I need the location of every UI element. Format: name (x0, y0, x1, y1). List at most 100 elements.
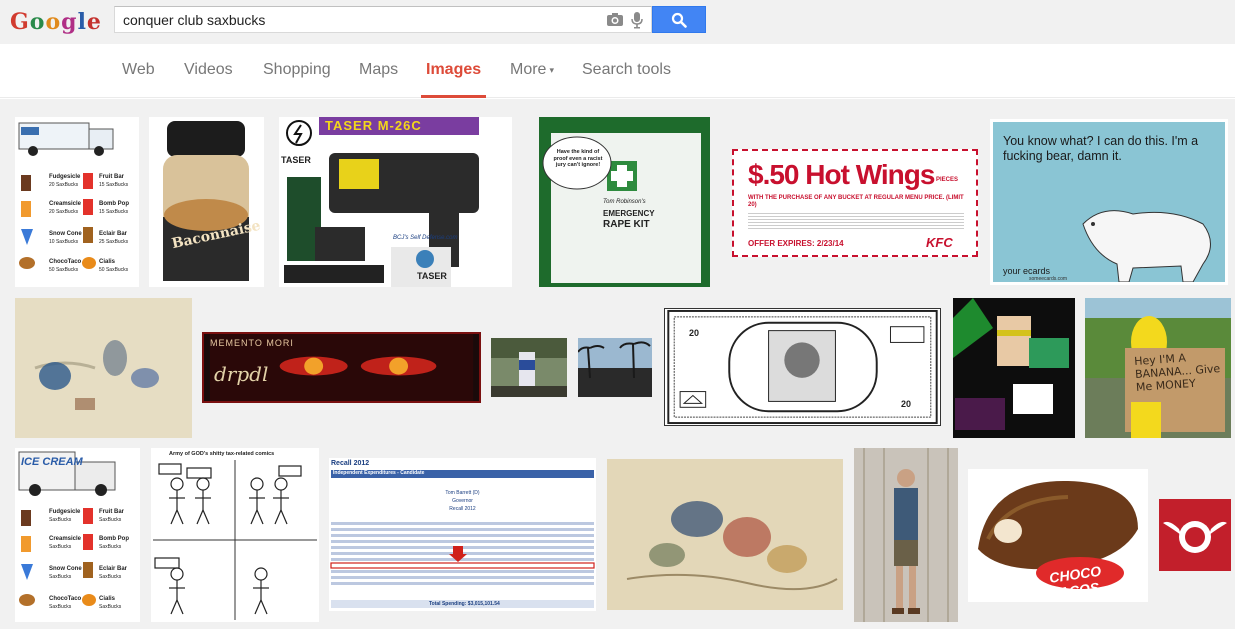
image-result-taser[interactable]: TASER M-26C TASER BCJ's Self Defense.com… (279, 117, 512, 287)
menu-item-price: SaxBucks (99, 544, 122, 550)
menu-item-name: Eclair Bar (99, 566, 128, 572)
image-result-bear-ecard[interactable]: You know what? I can do this. I'm a fuck… (990, 119, 1228, 285)
camera-icon[interactable] (606, 12, 624, 27)
menu-item-name: Snow Cone (49, 566, 82, 572)
kit-line-3: RAPE KIT (603, 219, 650, 230)
image-result-beach-palms[interactable] (578, 338, 652, 397)
menu-item-price: 15 SaxBucks (99, 209, 129, 215)
banana-sign: Hey I'M A BANANA... Give Me MONEY (1133, 351, 1221, 394)
recall-election: Recall 2012 (449, 506, 476, 512)
image-result-memento-mori[interactable]: MEMENTO MORI drpdl (202, 332, 481, 403)
hot-wings-pieces: PIECES (936, 177, 959, 183)
image-result-rape-kit[interactable]: Have the kind of proof even a racist jur… (539, 117, 710, 287)
taser-brand-bottom: TASER (417, 271, 447, 281)
japanese-scroll-image (15, 298, 192, 438)
image-result-ice-cream-menu[interactable]: Fudgesicle 20 SaxBucks Fruit Bar 15 SaxB… (15, 117, 139, 287)
banknote-value-top: 20 (689, 328, 700, 338)
tab-more-label: More (510, 61, 547, 79)
search-box (114, 6, 652, 33)
menu-item-price: 10 SaxBucks (49, 239, 79, 245)
tab-web[interactable]: Web (122, 44, 155, 98)
menu-item-name: Cialis (99, 596, 116, 602)
image-result-hot-wings[interactable]: $.50 Hot Wings PIECES WITH THE PURCHASE … (732, 149, 978, 257)
tab-images[interactable]: Images (421, 44, 487, 98)
novelty-banknote-image (667, 309, 938, 425)
tab-shopping[interactable]: Shopping (263, 44, 331, 98)
image-result-scroll-painting-2[interactable] (607, 459, 843, 610)
image-result-collage[interactable] (953, 298, 1075, 438)
menu-item-name: Fudgesicle (49, 174, 81, 180)
menu-item-name: Eclair Bar (99, 231, 128, 237)
hot-wings-headline: $.50 Hot Wings (748, 159, 935, 190)
red-wings-logo-image (1159, 499, 1231, 571)
tab-videos[interactable]: Videos (184, 44, 233, 98)
kit-line-1: Tom Robinson's (603, 199, 646, 205)
memento-signature: drpdl (214, 362, 269, 386)
menu-item-name: Fruit Bar (99, 509, 125, 515)
image-result-man-shorts[interactable] (854, 448, 958, 622)
recall-title: Recall 2012 (331, 460, 370, 467)
menu-item-price: 20 SaxBucks (49, 182, 79, 188)
image-result-baconnaise[interactable]: Baconnaise (149, 117, 264, 287)
menu-item-name: Fruit Bar (99, 174, 125, 180)
menu-item-name: Creamsicle (49, 536, 82, 542)
menu-item-price: 20 SaxBucks (49, 209, 79, 215)
search-button[interactable] (652, 6, 706, 33)
ice-cream-logo-text: ICE CREAM (21, 456, 83, 468)
menu-item-price: SaxBucks (49, 517, 72, 523)
google-doodle-logo[interactable]: G o o g l e (10, 6, 101, 38)
menu-item-price: 15 SaxBucks (99, 182, 129, 188)
polar-bear-image (1082, 210, 1211, 282)
hot-wings-sub: WITH THE PURCHASE OF ANY BUCKET AT REGUL… (748, 195, 964, 208)
image-result-recall-table[interactable]: Recall 2012 Independent Expenditures - C… (329, 458, 596, 611)
fashion-photo (854, 448, 958, 622)
image-result-stick-comic[interactable]: Army of GOD's shitty tax-related comics (151, 448, 319, 622)
menu-item-price: SaxBucks (49, 544, 72, 550)
recall-header: Independent Expenditures - Candidate (333, 470, 425, 476)
microphone-icon[interactable] (630, 11, 644, 29)
image-result-ice-cream-menu-2[interactable]: ICE CREAM Fudgesicle SaxBucks Fruit Bar … (15, 448, 140, 622)
menu-item-price: SaxBucks (99, 517, 122, 523)
comic-title: Army of GOD's shitty tax-related comics (169, 451, 275, 457)
image-result-red-wings-logo[interactable] (1159, 499, 1231, 571)
ecard-text: You know what? I can do this. I'm a fuck… (1003, 134, 1199, 163)
search-input[interactable] (115, 7, 595, 32)
menu-item-price: 50 SaxBucks (49, 267, 79, 273)
menu-item-price: SaxBucks (49, 574, 72, 580)
tab-search-tools[interactable]: Search tools (582, 44, 671, 98)
image-result-banana-man[interactable]: Hey I'M A BANANA... Give Me MONEY (1085, 298, 1231, 438)
kfc-logo: KFC (926, 235, 953, 250)
menu-item-price: SaxBucks (99, 574, 122, 580)
kit-line-2: EMERGENCY (603, 209, 655, 218)
top-search-bar: G o o g l e (0, 0, 1235, 44)
tab-maps[interactable]: Maps (359, 44, 398, 98)
hot-wings-expires: OFFER EXPIRES: 2/23/14 (748, 239, 844, 248)
logo-letter: o (45, 9, 61, 35)
banknote-value-bottom: 20 (901, 399, 912, 409)
image-result-choco-taco[interactable]: CHOCO TACOS (968, 469, 1148, 602)
kit-speech-bubble: Have the kind of proof even a racist jur… (553, 149, 603, 168)
image-result-banknote[interactable]: 20 20 (664, 308, 941, 426)
taser-brand: TASER (281, 155, 311, 165)
fine-print (748, 213, 964, 229)
japanese-battle-scroll-image (607, 459, 843, 610)
recall-table-rows (330, 522, 595, 585)
search-icon (671, 12, 687, 28)
tab-more[interactable]: More ▾ (510, 44, 554, 98)
logo-letter: g (61, 9, 77, 35)
menu-item-price: SaxBucks (49, 604, 72, 610)
taser-product-image (284, 117, 479, 287)
logo-letter: o (29, 9, 45, 35)
menu-item-name: Bomb Pop (99, 536, 129, 542)
soda-can-photo (491, 338, 567, 397)
image-result-soda-can[interactable] (491, 338, 567, 397)
image-result-scroll-painting[interactable] (15, 298, 192, 438)
memento-title: MEMENTO MORI (210, 338, 294, 348)
ecard-brand-sub: someecards.com (1029, 276, 1068, 282)
stick-figure-comic-image (153, 460, 317, 620)
recall-candidate: Tom Barrett (D) (445, 490, 480, 496)
logo-letter: e (86, 9, 101, 35)
menu-item-name: Creamsicle (49, 201, 82, 207)
menu-item-name: ChocoTaco (49, 596, 82, 602)
ecard-brand: your ecards (1003, 266, 1051, 276)
